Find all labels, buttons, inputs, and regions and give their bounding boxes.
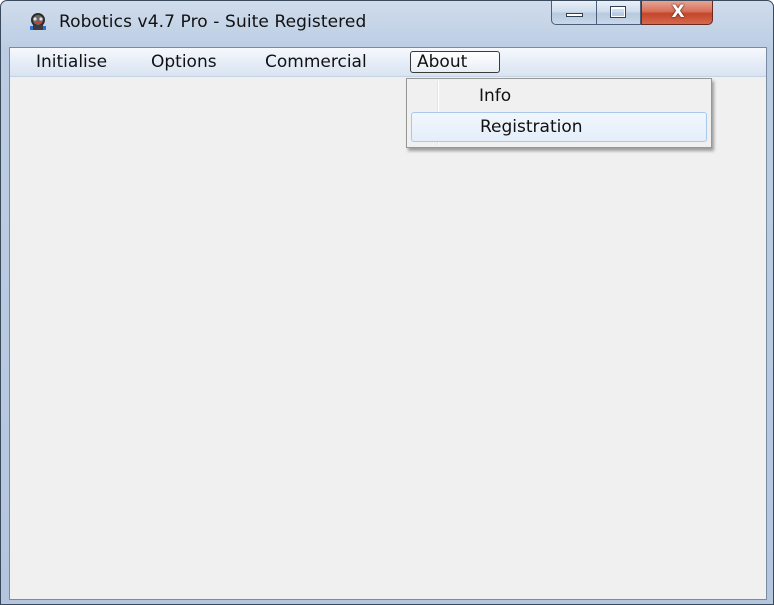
minimize-button[interactable] — [551, 1, 597, 25]
menu-item-registration-label: Registration — [480, 117, 583, 137]
menu-item-info-label: Info — [479, 86, 512, 106]
maximize-button[interactable] — [597, 1, 641, 25]
window-title: Robotics v4.7 Pro - Suite Registered — [59, 12, 367, 32]
menu-initialise[interactable]: Initialise — [30, 51, 113, 73]
robot-icon[interactable] — [28, 12, 48, 32]
close-button[interactable]: X — [641, 1, 713, 25]
menu-about[interactable]: About — [410, 51, 500, 73]
close-icon: X — [671, 2, 685, 22]
caption-buttons: X — [551, 1, 759, 25]
menu-item-info[interactable]: Info — [411, 82, 707, 112]
menu-item-registration[interactable]: Registration — [411, 112, 707, 142]
main-workspace — [10, 77, 766, 599]
menu-options[interactable]: Options — [145, 51, 223, 73]
about-dropdown-menu: Info Registration — [406, 78, 712, 148]
minimize-icon — [566, 13, 583, 17]
title-bar[interactable]: Robotics v4.7 Pro - Suite Registered X — [1, 1, 773, 45]
menu-bar: Initialise Options Commercial About — [10, 48, 766, 77]
app-window: Robotics v4.7 Pro - Suite Registered X I… — [0, 0, 774, 605]
menu-commercial[interactable]: Commercial — [259, 51, 373, 73]
maximize-icon — [610, 6, 626, 18]
